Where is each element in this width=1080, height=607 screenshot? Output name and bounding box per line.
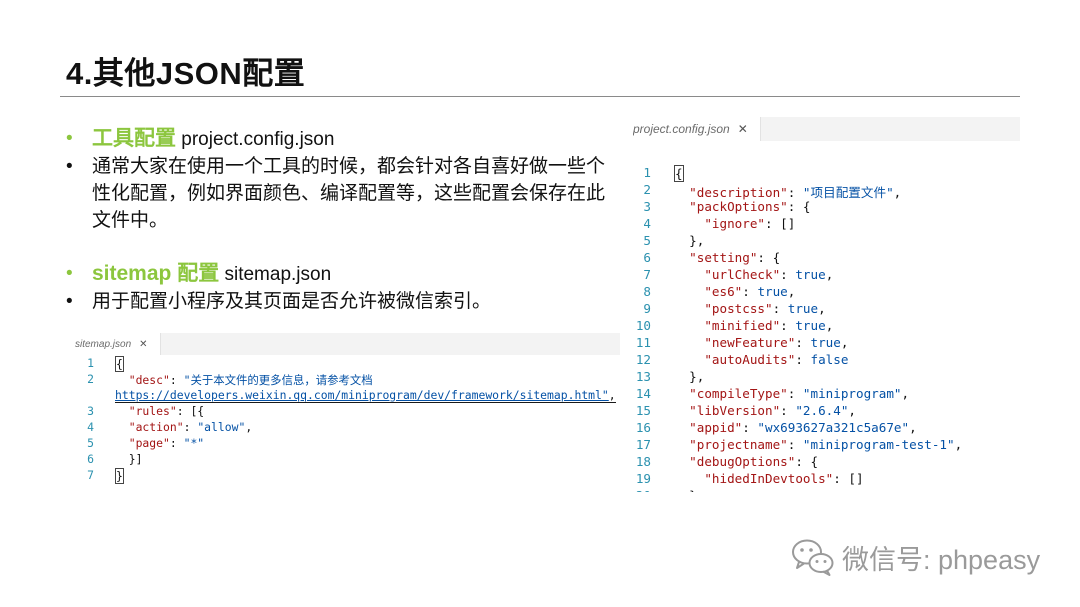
code-line: "page": "*" <box>128 436 205 450</box>
code-line: "minified": true, <box>704 318 834 333</box>
line-number: 5 <box>87 436 94 450</box>
wechat-icon <box>792 539 834 576</box>
code-line: "compileType": "miniprogram", <box>689 386 910 401</box>
bullet-item-tool-desc: • 通常大家在使用一个工具的时候，都会针对各自喜好做一些个性化配置，例如界面颜色… <box>66 153 611 234</box>
line-number: 11 <box>635 335 651 350</box>
line-number: 17 <box>635 437 651 452</box>
bullet-file: sitemap.json <box>219 264 332 285</box>
line-number: 2 <box>87 372 94 386</box>
code-line: "urlCheck": true, <box>704 267 834 282</box>
line-number: 18 <box>635 454 651 469</box>
bullet-key: sitemap 配置 <box>92 262 220 285</box>
bullet-dot: • <box>66 128 73 149</box>
line-number: 4 <box>87 420 94 434</box>
code-line: "appid": "wx693627a321c5a67e", <box>689 420 917 435</box>
line-number: 6 <box>643 250 651 265</box>
code-line: "rules": [{ <box>128 404 205 418</box>
watermark: 微信号: phpeasy <box>790 537 1040 577</box>
bullet-dot: • <box>66 263 73 284</box>
code-line: }] <box>115 452 143 466</box>
code-line: "packOptions": { <box>689 199 811 214</box>
code-line: }, <box>674 233 705 248</box>
line-number: 15 <box>635 403 651 418</box>
code-line: "setting": { <box>689 250 781 265</box>
line-number: 10 <box>635 318 651 333</box>
line-number: 7 <box>643 267 651 282</box>
line-number: 5 <box>643 233 651 248</box>
line-number: 12 <box>635 352 651 367</box>
line-number: 7 <box>87 468 94 482</box>
bullet-item-tool-config: • 工具配置 project.config.json <box>66 125 611 153</box>
code-line: "desc": "关于本文件的更多信息，请参考文档 <box>128 373 373 387</box>
code-line: }, <box>674 369 705 384</box>
line-number: 8 <box>643 284 651 299</box>
project-config-editor: project.config.json ✕ 1 2 3 4 5 6 7 8 9 … <box>633 117 1020 492</box>
code-line: "ignore": [] <box>704 216 796 231</box>
tab-project-config[interactable]: project.config.json ✕ <box>633 117 761 141</box>
tab-label: sitemap.json <box>75 338 132 350</box>
code-line: "libVersion": "2.6.4", <box>689 403 857 418</box>
sitemap-editor: sitemap.json ✕ 1 2 3 4 5 6 7 { "desc": "… <box>59 333 620 491</box>
watermark-label: 微信号: phpeasy <box>842 544 1041 575</box>
code-line: { <box>115 356 124 372</box>
code-line: "debugOptions": { <box>689 454 819 469</box>
editor-tab-bar: project.config.json ✕ <box>633 117 1020 141</box>
line-number: 6 <box>87 452 94 466</box>
editor-tab-bar: sitemap.json ✕ <box>59 333 620 355</box>
bullet-item-sitemap-config: • sitemap 配置 sitemap.json <box>66 260 611 288</box>
bullet-list: • 工具配置 project.config.json • 通常大家在使用一个工具… <box>66 125 611 315</box>
code-line: { <box>674 165 684 182</box>
bullet-dot: • <box>66 291 73 312</box>
code-line: "es6": true, <box>704 284 796 299</box>
code-line: "projectname": "miniprogram-test-1", <box>689 437 963 452</box>
line-number: 3 <box>87 404 94 418</box>
code-line: "postcss": true, <box>704 301 826 316</box>
code-line: "autoAudits": false <box>704 352 849 367</box>
close-icon[interactable]: ✕ <box>738 122 748 136</box>
title-divider <box>60 96 1020 97</box>
line-number: 9 <box>643 301 651 316</box>
line-number: 3 <box>643 199 651 214</box>
tab-sitemap[interactable]: sitemap.json ✕ <box>59 333 161 355</box>
bullet-text: 通常大家在使用一个工具的时候，都会针对各自喜好做一些个性化配置，例如界面颜色、编… <box>92 156 606 231</box>
bullet-text: 用于配置小程序及其页面是否允许被微信索引。 <box>92 291 492 312</box>
line-number: 2 <box>643 182 651 197</box>
code-line: }, <box>674 488 704 492</box>
code-line: } <box>115 468 124 484</box>
tab-label: project.config.json <box>633 122 730 136</box>
code-area[interactable]: 1 2 3 4 5 6 7 8 9 10 11 12 13 14 15 16 1… <box>633 141 1020 492</box>
close-icon[interactable]: ✕ <box>139 339 147 350</box>
line-number: 13 <box>635 369 651 384</box>
bullet-key: 工具配置 <box>92 127 176 150</box>
slide-title: 4.其他JSON配置 <box>66 56 306 91</box>
bullet-file: project.config.json <box>176 129 335 150</box>
bullet-item-sitemap-desc: • 用于配置小程序及其页面是否允许被微信索引。 <box>66 288 611 315</box>
bullet-dot: • <box>66 156 73 177</box>
code-area[interactable]: 1 2 3 4 5 6 7 { "desc": "关于本文件的更多信息，请参考文… <box>59 355 620 491</box>
code-line: "hidedInDevtools": [] <box>704 471 864 486</box>
code-line: "newFeature": true, <box>704 335 849 350</box>
line-number: 16 <box>635 420 651 435</box>
code-line-link[interactable]: https://developers.weixin.qq.com/minipro… <box>115 388 616 403</box>
line-number: 14 <box>635 386 651 401</box>
code-line: "action": "allow", <box>128 420 253 434</box>
line-number: 19 <box>635 471 651 486</box>
line-number: 4 <box>643 216 651 231</box>
line-number: 1 <box>87 356 94 370</box>
line-number: 1 <box>643 165 651 180</box>
line-number: 20 <box>633 488 651 492</box>
